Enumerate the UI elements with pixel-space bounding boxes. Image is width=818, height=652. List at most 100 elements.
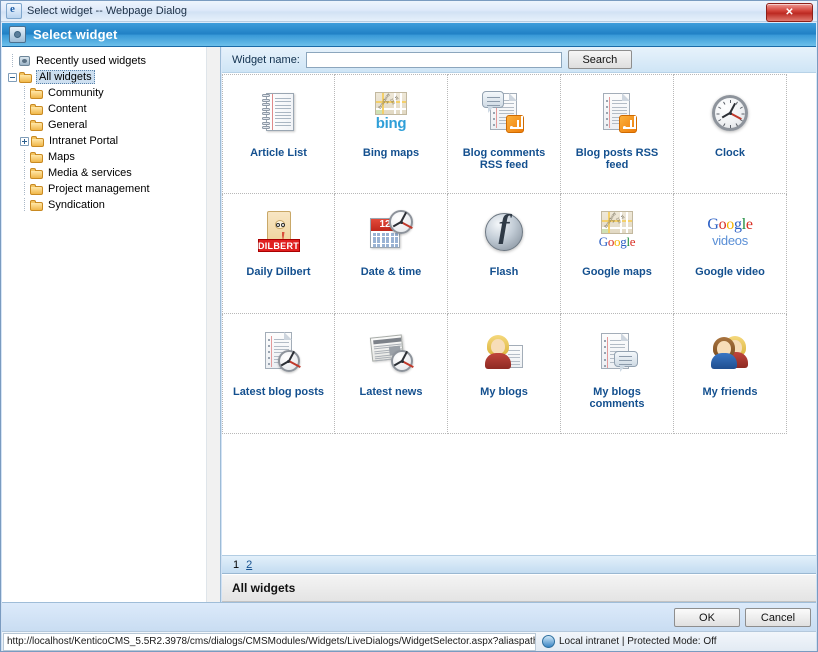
tree-item-syndication[interactable]: Syndication xyxy=(8,198,216,212)
widget-tile[interactable]: Flash xyxy=(448,194,561,314)
widget-tile[interactable]: My blogs comments xyxy=(561,314,674,434)
tree-item-label: General xyxy=(48,119,88,131)
search-button[interactable]: Search xyxy=(567,50,632,69)
notebook-rings xyxy=(261,94,270,130)
clock-icon xyxy=(277,350,301,372)
comment-bubble-icon xyxy=(614,351,638,372)
tree-line xyxy=(20,198,29,212)
tree-item-content[interactable]: Content xyxy=(8,102,216,116)
clock-icon xyxy=(706,89,754,137)
person-face xyxy=(491,339,505,354)
dilbert-glasses xyxy=(280,223,285,227)
flash-logo xyxy=(485,209,523,251)
document-clock-icon xyxy=(255,328,303,376)
document-bullets xyxy=(606,100,608,127)
widget-row: DILBERT Daily Dilbert 12 Date & time Flash Br… xyxy=(222,194,816,314)
ok-button[interactable]: OK xyxy=(674,608,740,627)
brand-wordmark: Google xyxy=(598,234,636,249)
search-bar: Widget name: Search xyxy=(222,47,816,73)
widget-icon-wrap: Google videos xyxy=(706,208,754,256)
widget-tile[interactable]: Article List xyxy=(222,74,335,194)
pager-page-1: 1 xyxy=(233,558,240,571)
close-icon[interactable]: ✕ xyxy=(766,3,813,22)
flash-icon xyxy=(480,208,528,256)
widget-tile[interactable]: Clock xyxy=(674,74,787,194)
tree-line xyxy=(20,166,29,180)
widget-tile[interactable]: My blogs xyxy=(448,314,561,434)
widget-grid: Article List Broadway W 181 Abing Bing maps… xyxy=(222,74,816,555)
widget-tile[interactable]: Broadway W 181 Abing Bing maps xyxy=(335,74,448,194)
person-body xyxy=(485,353,511,369)
tree-item-recently-used-widgets[interactable]: Recently used widgets xyxy=(8,54,216,68)
tree-item-intranet-portal[interactable]: Intranet Portal xyxy=(8,134,216,148)
google-maps-icon: Broadway W 181 A Google xyxy=(593,208,641,256)
widget-tile[interactable]: My friends xyxy=(674,314,787,434)
status-bar: http://localhost/KenticoCMS_5.5R2.3978/c… xyxy=(2,631,816,651)
widget-label: My blogs xyxy=(480,386,528,398)
widget-icon-wrap xyxy=(480,328,528,376)
page-title: Select widget xyxy=(33,27,118,42)
widget-label: Google video xyxy=(695,266,765,278)
tree-item-label: Community xyxy=(48,87,104,99)
widget-label: My blogs comments xyxy=(589,386,645,410)
notebook-lines xyxy=(274,98,291,128)
widget-label: Flash xyxy=(489,266,519,278)
tree-item-label: Recently used widgets xyxy=(36,55,147,67)
document-bullets xyxy=(267,339,270,366)
widget-icon-wrap xyxy=(480,89,528,137)
tree-item-label: Project management xyxy=(48,183,150,195)
document-margin xyxy=(607,337,608,368)
widget-tile[interactable]: Blog comments RSS feed xyxy=(448,74,561,194)
blog-posts-rss-icon xyxy=(593,89,641,137)
tree-item-community[interactable]: Community xyxy=(8,86,216,100)
widget-label: Blog posts RSS feed xyxy=(575,147,659,171)
widget-tile[interactable]: Broadway W 181 A Google Google maps xyxy=(561,194,674,314)
clock-icon xyxy=(391,350,414,372)
search-input[interactable] xyxy=(305,51,562,68)
collapse-icon[interactable] xyxy=(8,72,17,82)
tree-item-maps[interactable]: Maps xyxy=(8,150,216,164)
pager-page-2[interactable]: 2 xyxy=(246,559,252,571)
tree-item-all-widgets[interactable]: All widgets xyxy=(8,70,216,84)
two-people-icon xyxy=(706,328,754,376)
widget-tile[interactable]: Latest blog posts xyxy=(222,314,335,434)
widget-tile[interactable]: Google videos Google video xyxy=(674,194,787,314)
tree-item-label: Intranet Portal xyxy=(49,135,119,147)
tree-scrollbar[interactable] xyxy=(206,47,220,602)
widget-tile[interactable]: DILBERT Daily Dilbert xyxy=(222,194,335,314)
search-label: Widget name: xyxy=(232,53,300,66)
cancel-button[interactable]: Cancel xyxy=(745,608,811,627)
notebook-margin xyxy=(271,94,273,130)
tree-line xyxy=(20,86,29,100)
tree-item-label: Maps xyxy=(48,151,75,163)
blog-comments-rss-icon xyxy=(480,89,528,137)
tree-item-general[interactable]: General xyxy=(8,118,216,132)
folder-icon xyxy=(30,199,44,211)
map-thumbnail: Broadway W 181 A xyxy=(375,92,407,115)
widget-tile[interactable]: Latest news xyxy=(335,314,448,434)
person-icon xyxy=(711,337,737,369)
expand-icon[interactable] xyxy=(20,136,29,146)
window-titlebar: Select widget -- Webpage Dialog ✕ xyxy=(1,1,817,22)
widget-content-panel: Widget name: Search Article List Broadway… xyxy=(222,47,816,602)
widget-icon-wrap: DILBERT xyxy=(255,208,303,256)
notebook-icon xyxy=(255,89,303,137)
select-widget-dialog: Select widget -- Webpage Dialog ✕ Select… xyxy=(0,0,818,652)
tree-item-media-services[interactable]: Media & services xyxy=(8,166,216,180)
globe-icon xyxy=(542,635,555,648)
widget-icon-wrap xyxy=(255,328,303,376)
tree-line xyxy=(8,54,17,68)
widget-icon-wrap xyxy=(593,89,641,137)
widget-tile[interactable]: 12 Date & time xyxy=(335,194,448,314)
category-title-bar: All widgets xyxy=(222,575,816,602)
folder-icon xyxy=(30,183,44,195)
security-zone: Local intranet | Protected Mode: Off xyxy=(542,635,717,648)
person-body xyxy=(711,353,737,369)
widget-icon-wrap xyxy=(593,328,641,376)
widget-icon-wrap: Broadway W 181 Abing xyxy=(367,89,415,137)
document-margin xyxy=(270,336,272,367)
widget-tile[interactable]: Blog posts RSS feed xyxy=(561,74,674,194)
tree-line xyxy=(20,118,29,132)
widget-icon-wrap xyxy=(255,89,303,137)
tree-item-project-management[interactable]: Project management xyxy=(8,182,216,196)
